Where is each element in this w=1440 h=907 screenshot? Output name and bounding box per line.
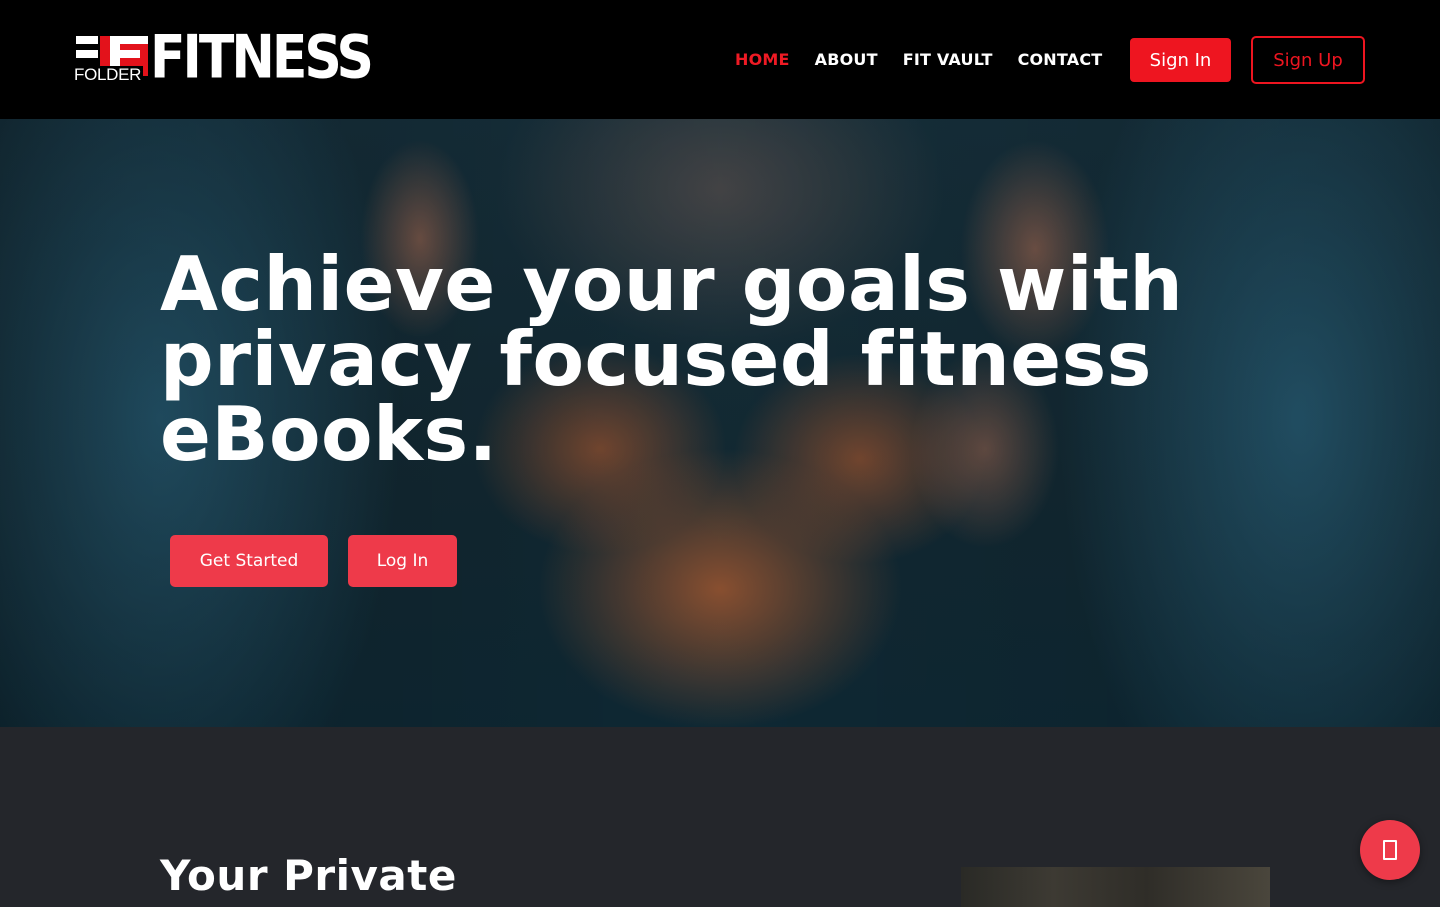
nav-about[interactable]: ABOUT xyxy=(815,50,878,69)
logo-subtext: FOLDER xyxy=(74,65,144,84)
fitness-folder-logo[interactable]: FITNESS FOLDER xyxy=(74,28,374,88)
section-title: Your Private xyxy=(160,851,457,900)
nav-home[interactable]: HOME xyxy=(735,50,790,69)
site-header: FITNESS FOLDER HOME ABOUT FIT VAULT CONT… xyxy=(0,0,1440,119)
sign-up-button[interactable]: Sign Up xyxy=(1251,36,1365,84)
sign-in-button[interactable]: Sign In xyxy=(1130,38,1231,82)
hero-section: Achieve your goals with privacy focused … xyxy=(0,119,1440,727)
chat-button[interactable] xyxy=(1360,820,1420,880)
nav-contact[interactable]: CONTACT xyxy=(1018,50,1103,69)
section-image xyxy=(961,867,1270,907)
get-started-button[interactable]: Get Started xyxy=(170,535,328,587)
nav-fit-vault[interactable]: FIT VAULT xyxy=(903,50,993,69)
logo-wordmark: FITNESS xyxy=(150,23,374,93)
log-in-button[interactable]: Log In xyxy=(348,535,457,587)
private-section: Your Private xyxy=(0,727,1440,907)
main-nav: HOME ABOUT FIT VAULT CONTACT xyxy=(735,50,1127,69)
hero-title: Achieve your goals with privacy focused … xyxy=(160,240,1184,478)
chat-icon xyxy=(1383,840,1397,860)
